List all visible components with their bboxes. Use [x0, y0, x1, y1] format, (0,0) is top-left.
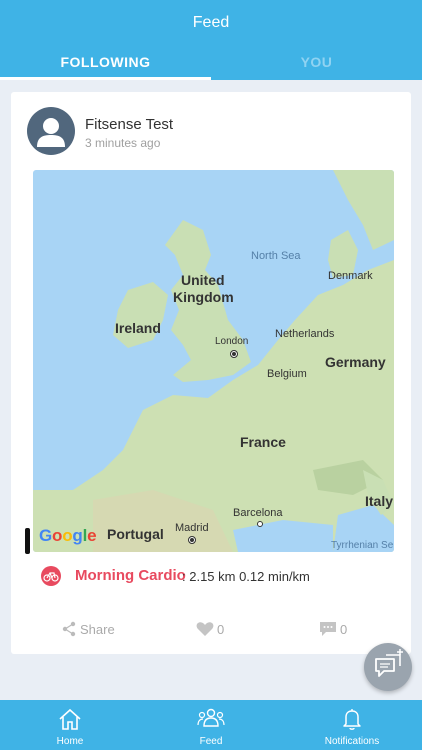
nav-notifications-label: Notifications [324, 736, 380, 747]
feed-post-card[interactable]: Fitsense Test 3 minutes ago North Sea De… [11, 92, 411, 654]
map-label-united: United [181, 272, 225, 288]
people-icon [197, 708, 225, 727]
bottom-navigation: Home Feed Notifications [0, 700, 422, 750]
nav-notifications[interactable]: Notifications [282, 700, 422, 750]
home-icon [59, 708, 81, 730]
nav-feed[interactable]: Feed [141, 700, 281, 750]
tab-you[interactable]: YOU [211, 54, 422, 70]
page-title: Feed [192, 14, 230, 31]
activity-stats: : 2.15 km 0.12 min/km [182, 569, 310, 584]
chat-fab-button[interactable] [364, 643, 412, 691]
map-label-tyrrhenian-sea: Tyrrhenian Se [331, 540, 394, 551]
bicycle-icon [41, 566, 61, 586]
map-label-germany: Germany [325, 354, 386, 370]
post-user-name[interactable]: Fitsense Test [85, 116, 173, 133]
user-silhouette-icon [37, 118, 65, 147]
nav-home-label: Home [56, 736, 84, 747]
activity-map[interactable]: North Sea Denmark United Kingdom Ireland… [33, 170, 394, 552]
post-timestamp: 3 minutes ago [85, 136, 161, 150]
map-label-france: France [240, 434, 286, 450]
map-label-netherlands: Netherlands [275, 328, 335, 340]
bell-icon [343, 709, 361, 730]
map-label-belgium: Belgium [267, 368, 307, 380]
chat-bubbles-icon [375, 649, 403, 677]
share-icon [62, 621, 76, 637]
map-marker-barcelona [257, 521, 263, 527]
map-marker-london [230, 350, 238, 358]
map-label-barcelona: Barcelona [233, 507, 283, 519]
map-label-north-sea: North Sea [251, 250, 301, 262]
map-edge-handle [25, 528, 30, 554]
like-count: 0 [217, 622, 225, 637]
app-header: Feed FOLLOWING YOU [0, 0, 422, 80]
map-label-kingdom: Kingdom [173, 289, 234, 305]
nav-feed-label: Feed [199, 736, 223, 747]
map-label-denmark: Denmark [328, 270, 373, 282]
tab-following[interactable]: FOLLOWING [0, 54, 211, 70]
avatar[interactable] [27, 107, 75, 155]
map-marker-madrid [188, 536, 196, 544]
activity-name[interactable]: Morning Cardio [75, 567, 186, 584]
heart-icon [196, 622, 214, 636]
map-label-italy: Italy [365, 493, 394, 509]
google-logo: Google [39, 526, 97, 545]
map-label-ireland: Ireland [115, 320, 161, 336]
map-label-madrid: Madrid [175, 522, 209, 534]
nav-home[interactable]: Home [0, 700, 140, 750]
feed-tabs: FOLLOWING YOU [0, 48, 422, 80]
comment-count: 0 [340, 622, 348, 637]
active-tab-indicator [0, 77, 211, 80]
map-label-london: London [215, 336, 249, 347]
comment-icon [320, 622, 336, 636]
share-label: Share [80, 622, 115, 637]
map-label-portugal: Portugal [107, 526, 164, 542]
